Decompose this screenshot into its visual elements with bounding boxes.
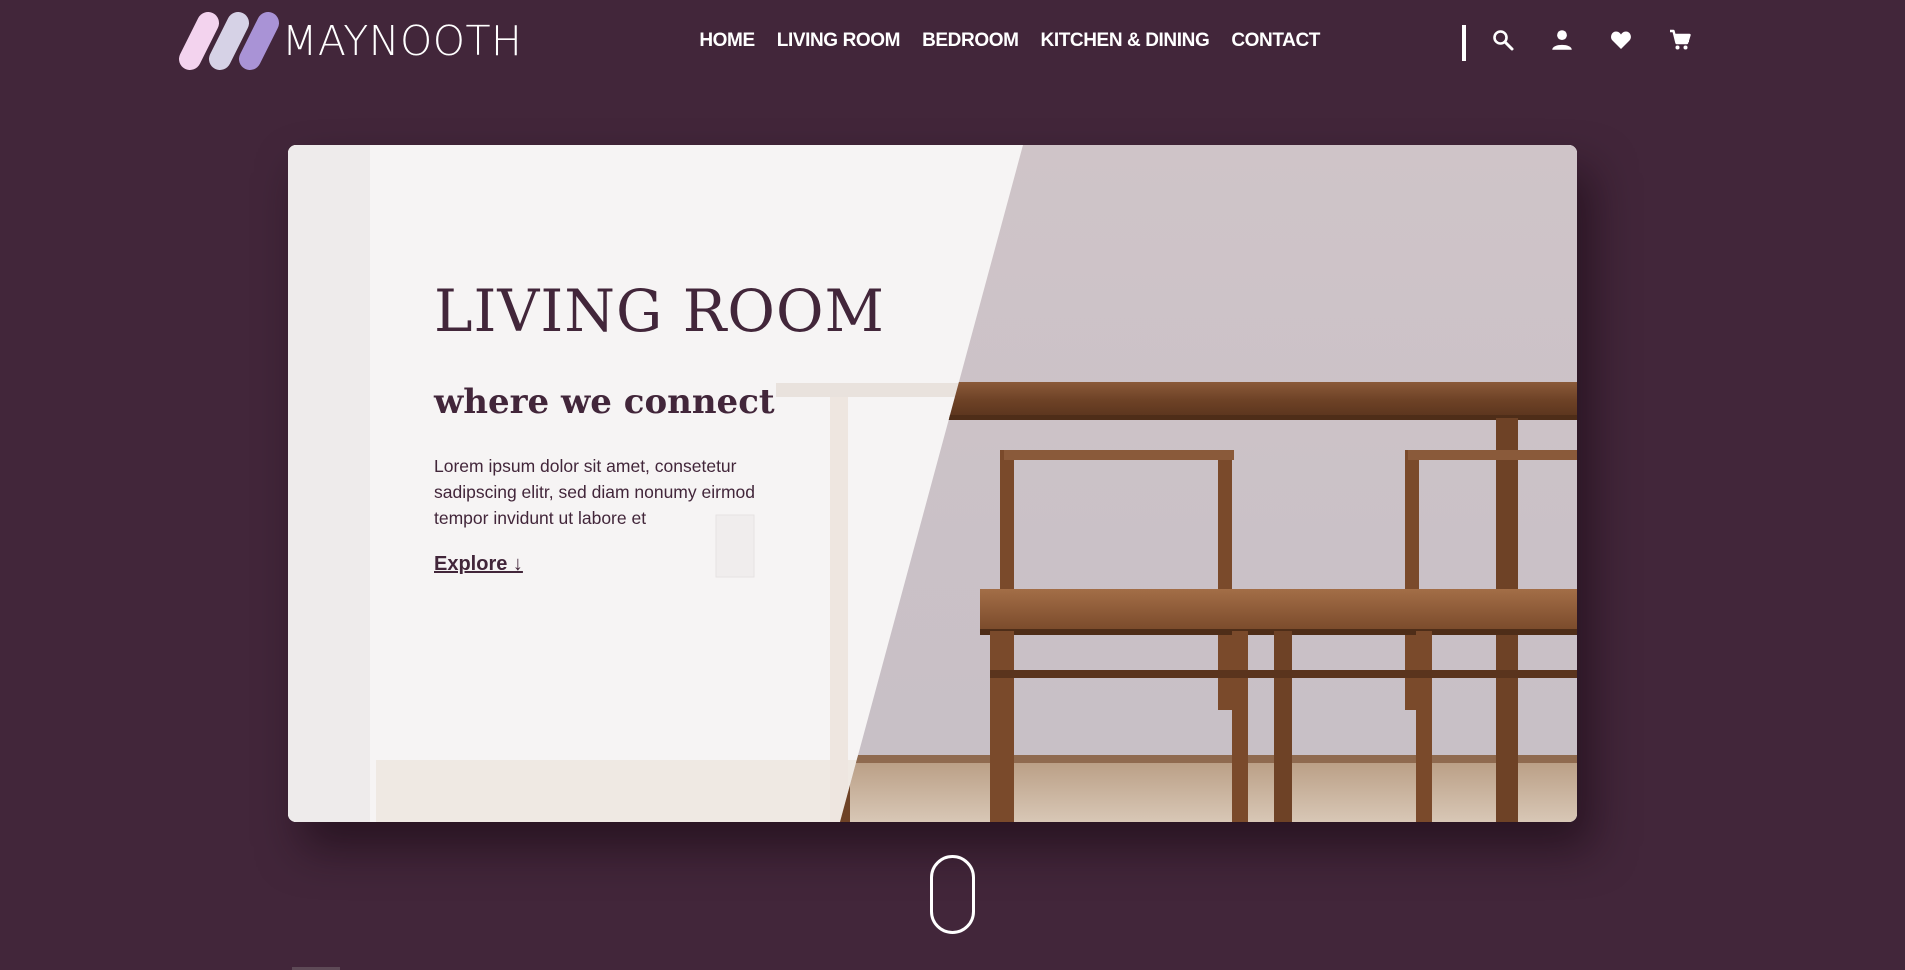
heart-icon[interactable] — [1607, 26, 1635, 54]
nav-home[interactable]: HOME — [699, 30, 755, 52]
hero-card: LIVING ROOM where we connect Lorem ipsum… — [288, 145, 1577, 822]
nav-bedroom[interactable]: BEDROOM — [922, 30, 1019, 52]
user-icon[interactable] — [1548, 26, 1576, 54]
nav-kitchen-dining[interactable]: KITCHEN & DINING — [1041, 30, 1210, 52]
scroll-indicator[interactable] — [930, 855, 975, 934]
hero-body-text: Lorem ipsum dolor sit amet, consetetur s… — [434, 456, 755, 529]
hero-subtitle: where we connect — [434, 381, 775, 422]
nav-divider — [1462, 25, 1466, 61]
logo[interactable]: MAYNOOTH — [178, 10, 522, 72]
hero-title: LIVING ROOM — [434, 277, 885, 345]
search-icon[interactable] — [1489, 26, 1517, 54]
explore-link[interactable]: Explore ↓ — [434, 553, 523, 576]
header-icons — [1489, 26, 1694, 54]
nav-living-room[interactable]: LIVING ROOM — [777, 30, 901, 52]
hero-content: LIVING ROOM where we connect Lorem ipsum… — [434, 277, 885, 576]
nav-contact[interactable]: CONTACT — [1231, 30, 1320, 52]
logo-stripes-icon — [179, 12, 279, 70]
logo-text: MAYNOOTH — [282, 16, 523, 65]
main-nav: HOME LIVING ROOM BEDROOM KITCHEN & DININ… — [699, 30, 1320, 52]
site-header: MAYNOOTH HOME LIVING ROOM BEDROOM KITCHE… — [0, 0, 1905, 86]
cart-icon[interactable] — [1666, 26, 1694, 54]
